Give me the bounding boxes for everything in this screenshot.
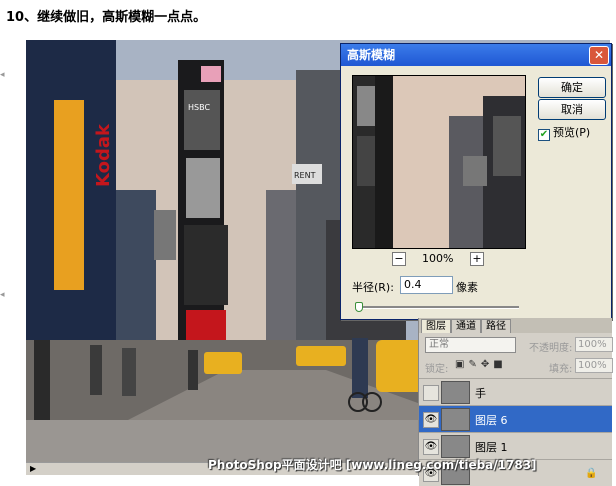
radius-slider-thumb[interactable]: [355, 302, 363, 312]
eye-icon[interactable]: 👁: [423, 412, 439, 428]
lock-icon: 🔒: [585, 468, 598, 479]
layer-row[interactable]: 👁 图层 6: [419, 405, 612, 432]
cancel-button[interactable]: 取消: [538, 99, 606, 120]
zoom-out-button[interactable]: −: [392, 252, 406, 266]
tab-channels[interactable]: 通道: [451, 319, 481, 333]
radius-slider-track[interactable]: [357, 306, 519, 309]
fill-label: 填充:: [549, 364, 573, 375]
layers-panel: 图层 通道 路径 正常 不透明度: 100% 锁定: ▣✎✥■ 填充: 100%…: [418, 318, 613, 486]
eye-icon[interactable]: 👁: [423, 439, 439, 455]
fill-field[interactable]: 100%: [575, 358, 613, 373]
opacity-field[interactable]: 100%: [575, 337, 613, 352]
lock-transparency-icon[interactable]: ▣: [455, 359, 468, 370]
radius-unit: 像素: [456, 281, 478, 294]
rent-sign: RENT: [294, 171, 316, 180]
zoom-in-button[interactable]: +: [470, 252, 484, 266]
hsbc-sign: HSBC: [188, 103, 210, 112]
play-icon[interactable]: ▶: [30, 464, 36, 473]
radius-label: 半径(R):: [352, 281, 394, 294]
tab-paths[interactable]: 路径: [481, 319, 511, 333]
side-mark: ◂: [0, 70, 5, 80]
preview-image: [353, 76, 525, 248]
blur-preview[interactable]: [352, 75, 526, 249]
zoom-level: 100%: [422, 252, 454, 265]
lock-move-icon[interactable]: ✥: [481, 359, 493, 370]
watermark: PhotoShop平面设计吧 [www.lineg.com/tieba/1783…: [208, 458, 537, 472]
step-caption: 10、继续做旧，高斯模糊一点点。: [6, 10, 207, 25]
side-mark: ◂: [0, 290, 5, 300]
visibility-toggle[interactable]: [423, 385, 439, 401]
layer-thumbnail: [441, 435, 470, 458]
radius-row: 半径(R): 0.4 像素: [352, 276, 478, 295]
tab-layers[interactable]: 图层: [421, 319, 451, 333]
blend-mode-select[interactable]: 正常: [425, 337, 516, 353]
opacity-label: 不透明度:: [529, 343, 573, 354]
lock-label: 锁定:: [425, 364, 449, 375]
layer-thumbnail: [441, 381, 470, 404]
layer-thumbnail: [441, 408, 470, 431]
dialog-titlebar[interactable]: 高斯模糊 ✕: [341, 44, 611, 66]
gaussian-blur-dialog: 高斯模糊 ✕ − 100% + 确定 取消 ✔ 预览(P) 半径(R): 0.4 …: [340, 43, 612, 320]
layer-row[interactable]: 手: [419, 378, 612, 405]
checkbox-checked-icon[interactable]: ✔: [538, 129, 550, 141]
layer-name: 图层 6: [475, 414, 508, 427]
layer-name: 图层 1: [475, 441, 508, 454]
preview-label: 预览(P): [553, 126, 591, 139]
radius-input[interactable]: 0.4: [400, 276, 453, 294]
panel-tabs: 图层 通道 路径: [419, 318, 612, 333]
lock-icons: ▣✎✥■: [455, 359, 507, 370]
lock-all-icon[interactable]: ■: [493, 359, 506, 370]
preview-checkbox[interactable]: ✔ 预览(P): [538, 124, 590, 141]
lock-brush-icon[interactable]: ✎: [468, 359, 480, 370]
ok-button[interactable]: 确定: [538, 77, 606, 98]
kodak-sign: Kodak: [93, 123, 114, 187]
layer-row[interactable]: 👁 图层 1: [419, 432, 612, 459]
blend-row: 正常 不透明度: 100%: [425, 337, 613, 354]
lock-row: 锁定: ▣✎✥■ 填充: 100%: [425, 358, 613, 375]
close-icon[interactable]: ✕: [589, 46, 609, 65]
layer-name: 手: [475, 387, 486, 400]
zoom-controls: − 100% +: [392, 252, 492, 268]
dialog-title: 高斯模糊: [347, 48, 396, 62]
